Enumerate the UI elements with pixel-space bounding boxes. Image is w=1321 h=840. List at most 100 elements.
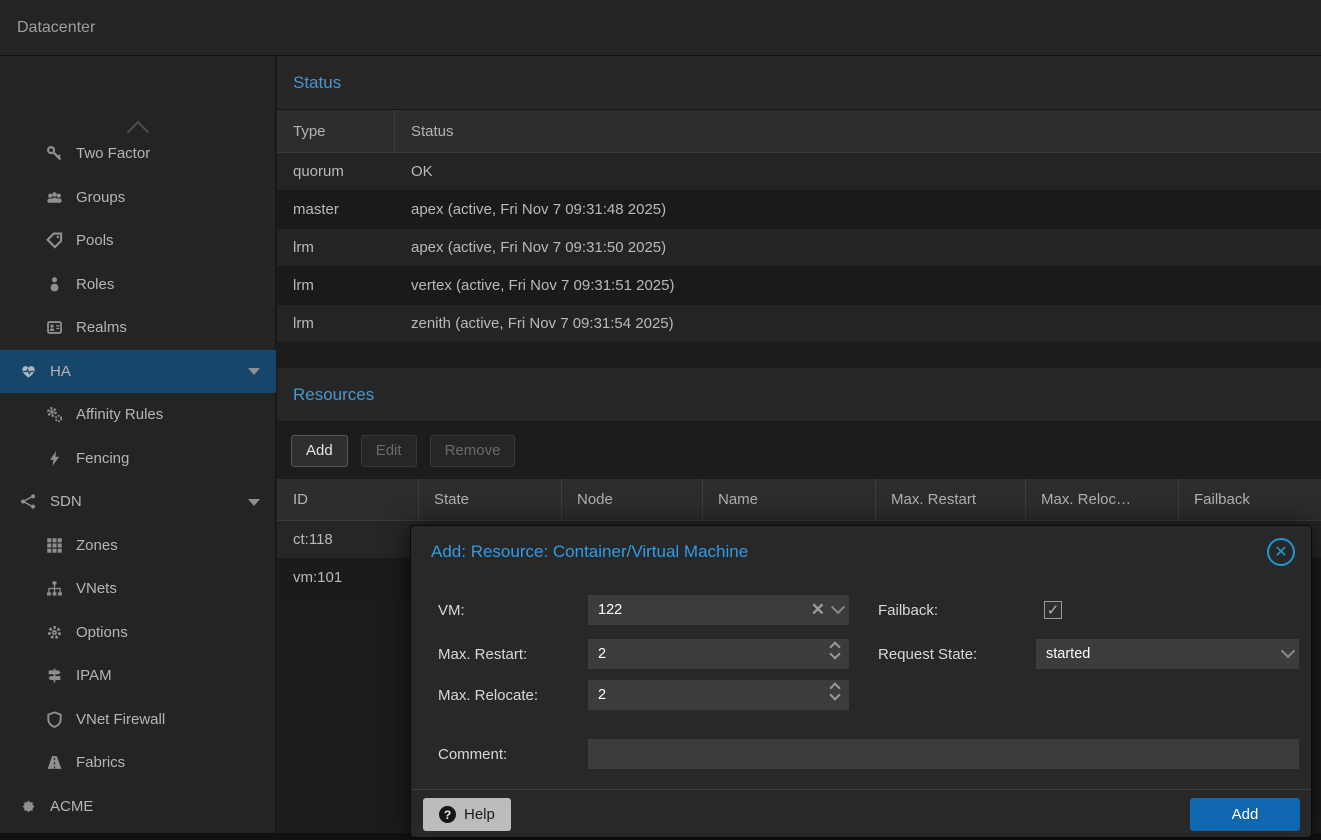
sidebar-item-fabrics[interactable]: Fabrics [0, 741, 276, 785]
bolt-icon [45, 449, 63, 467]
sidebar-item-label: VNet Firewall [0, 711, 165, 728]
sidebar-item-vnet-firewall[interactable]: VNet Firewall [0, 698, 276, 742]
status-table-header[interactable]: TypeStatus [277, 110, 1321, 153]
grid-icon [45, 536, 63, 554]
resources-column-header-failback[interactable]: Failback [1179, 479, 1321, 520]
resources-toolbar: Add Edit Remove [277, 422, 1321, 479]
resources-column-header-name[interactable]: Name [703, 479, 876, 520]
sidebar-item-pools[interactable]: Pools [0, 219, 276, 263]
remove-button: Remove [430, 435, 516, 467]
clear-icon[interactable]: ✕ [811, 600, 825, 620]
request-state-label: Request State: [878, 639, 977, 669]
request-state-value: started [1046, 646, 1090, 662]
sidebar-item-two-factor[interactable]: Two Factor [0, 132, 276, 176]
sidebar-item-label: Fencing [0, 450, 129, 467]
sidebar-item-groups[interactable]: Groups [0, 176, 276, 220]
sidebar-item-options[interactable]: Options [0, 611, 276, 655]
chevron-down-icon[interactable] [1281, 644, 1295, 658]
table-cell: lrm [277, 305, 395, 342]
table-cell: vertex (active, Fri Nov 7 09:31:51 2025) [395, 267, 1321, 304]
signpost-icon [45, 667, 63, 685]
dialog-title: Add: Resource: Container/Virtual Machine [431, 542, 748, 562]
certificate-icon [19, 797, 37, 815]
comment-label: Comment: [438, 739, 507, 769]
resource-id-cell: ct:118 [277, 521, 419, 558]
failback-label: Failback: [878, 595, 938, 625]
status-table-body: quorumOKmasterapex (active, Fri Nov 7 09… [277, 153, 1321, 343]
resources-table-header[interactable]: IDStateNodeNameMax. RestartMax. Reloc…Fa… [277, 479, 1321, 521]
resources-column-header-max-restart[interactable]: Max. Restart [876, 479, 1026, 520]
sidebar-item-sdn[interactable]: SDN [0, 480, 276, 524]
table-row[interactable]: masterapex (active, Fri Nov 7 09:31:48 2… [277, 191, 1321, 229]
sidebar-item-acme[interactable]: ACME [0, 785, 276, 829]
sidebar-item-ha[interactable]: HA [0, 350, 276, 394]
table-cell: apex (active, Fri Nov 7 09:31:50 2025) [395, 229, 1321, 266]
table-row[interactable]: lrmzenith (active, Fri Nov 7 09:31:54 20… [277, 305, 1321, 343]
resources-column-header-state[interactable]: State [419, 479, 562, 520]
resources-column-header-max-reloc-[interactable]: Max. Reloc… [1026, 479, 1179, 520]
sidebar: Two Factor GroupsPoolsRolesRealmsHA Affini… [0, 56, 276, 833]
table-row[interactable]: lrmvertex (active, Fri Nov 7 09:31:51 20… [277, 267, 1321, 305]
max-relocate-spinner[interactable]: 2 [588, 680, 849, 710]
sidebar-item-affinity-rules[interactable]: Affinity Rules [0, 393, 276, 437]
close-icon[interactable]: ✕ [1267, 538, 1295, 566]
max-relocate-value: 2 [598, 687, 606, 703]
help-button[interactable]: ? Help [423, 798, 511, 831]
sidebar-item-roles[interactable]: Roles [0, 263, 276, 307]
sidebar-item-ipam[interactable]: IPAM [0, 654, 276, 698]
max-restart-spinner[interactable]: 2 [588, 639, 849, 669]
failback-checkbox[interactable]: ✓ [1044, 601, 1062, 619]
sidebar-item-vnets[interactable]: VNets [0, 567, 276, 611]
users-icon [45, 188, 63, 206]
resources-column-header-id[interactable]: ID [277, 479, 419, 520]
dialog-footer: ? Help Add [411, 789, 1311, 837]
page-title-bar: Datacenter [0, 0, 1321, 56]
resources-column-header-node[interactable]: Node [562, 479, 703, 520]
table-cell: lrm [277, 267, 395, 304]
table-row[interactable]: quorumOK [277, 153, 1321, 191]
dialog-add-button[interactable]: Add [1190, 798, 1300, 831]
page-title: Datacenter [17, 19, 95, 37]
person-icon [45, 275, 63, 293]
edit-button: Edit [361, 435, 417, 467]
question-icon: ? [439, 806, 456, 823]
caret-down-icon[interactable] [248, 499, 260, 506]
tag-icon [45, 232, 63, 250]
sidebar-item-fencing[interactable]: Fencing [0, 437, 276, 481]
table-cell: master [277, 191, 395, 228]
gears-icon [45, 406, 63, 424]
gear-icon [45, 623, 63, 641]
help-button-label: Help [464, 806, 495, 823]
table-row[interactable]: lrmapex (active, Fri Nov 7 09:31:50 2025… [277, 229, 1321, 267]
sidebar-nav: Two Factor GroupsPoolsRolesRealmsHA Affini… [0, 132, 276, 840]
sidebar-item-zones[interactable]: Zones [0, 524, 276, 568]
status-panel-title-text: Status [293, 73, 341, 93]
vm-combobox[interactable]: 122 ✕ [588, 595, 849, 625]
network-icon [19, 493, 37, 511]
table-cell: zenith (active, Fri Nov 7 09:31:54 2025) [395, 305, 1321, 342]
sidebar-item-realms[interactable]: Realms [0, 306, 276, 350]
vm-value: 122 [598, 602, 622, 618]
add-resource-dialog: Add: Resource: Container/Virtual Machine… [410, 525, 1312, 838]
sidebar-item-label: Affinity Rules [0, 406, 163, 423]
status-column-header-type[interactable]: Type [277, 110, 395, 152]
add-button-label: Add [1232, 806, 1259, 823]
request-state-select[interactable]: started [1036, 639, 1299, 669]
caret-down-icon[interactable] [248, 368, 260, 375]
table-cell: OK [395, 153, 1321, 190]
dialog-title-bar[interactable]: Add: Resource: Container/Virtual Machine… [411, 526, 1311, 578]
status-column-header-status[interactable]: Status [395, 110, 1321, 152]
proxmox-datacenter-app: Datacenter Two Factor GroupsPoolsRolesRea… [0, 0, 1321, 840]
id-card-icon [45, 319, 63, 337]
chevron-down-icon[interactable] [831, 600, 845, 614]
comment-input[interactable] [588, 739, 1299, 769]
sidebar-item-label: Two Factor [0, 145, 150, 162]
shield-icon [45, 710, 63, 728]
spinner-arrows-icon[interactable] [831, 643, 839, 658]
road-icon [45, 754, 63, 772]
max-restart-value: 2 [598, 646, 606, 662]
add-button[interactable]: Add [291, 435, 348, 467]
key-icon [45, 145, 63, 163]
resources-panel-title: Resources [277, 368, 1321, 422]
spinner-arrows-icon[interactable] [831, 684, 839, 699]
